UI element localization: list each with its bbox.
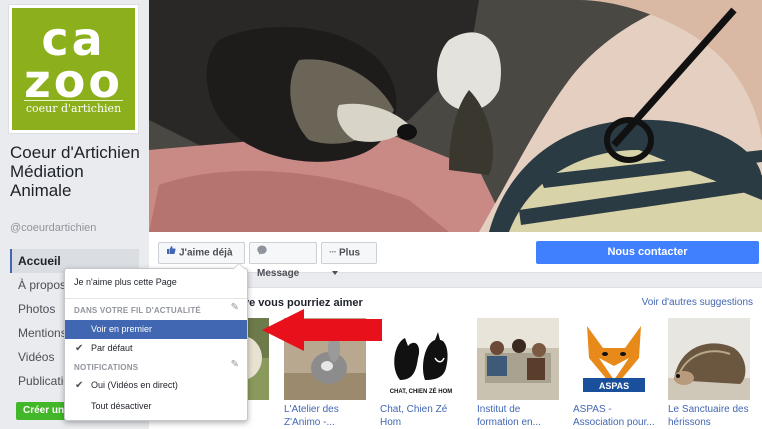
annotation-arrow-icon — [262, 309, 382, 351]
like-options-menu: Je n'aime plus cette Page DANS VOTRE FIL… — [64, 263, 248, 421]
suggestion-card[interactable]: Institut de formation en... — [477, 318, 559, 429]
messenger-icon — [257, 243, 267, 263]
suggestion-card[interactable]: Le Sanctuaire des hérissons — [668, 318, 750, 429]
menu-item-notifications-on-label: Oui (Vidéos en direct) — [91, 380, 178, 390]
cover-photo[interactable] — [149, 0, 762, 232]
suggestion-name[interactable]: Chat, Chien Zé Hom — [380, 403, 462, 429]
liked-button-label: J'aime déjà — [179, 247, 233, 259]
menu-item-notifications-on[interactable]: ✔ Oui (Vidéos en direct) — [65, 376, 247, 395]
suggestion-thumbnail[interactable] — [668, 318, 750, 400]
suggestion-name[interactable]: ASPAS - Association pour... — [573, 403, 655, 429]
pencil-icon[interactable]: ✎ — [231, 359, 239, 370]
aspas-logo-text: ASPAS — [599, 381, 629, 391]
suggestion-thumbnail[interactable]: CHAT, CHIEN ZÉ HOM — [380, 318, 462, 400]
suggestion-card[interactable]: CHAT, CHIEN ZÉ HOM Chat, Chien Zé Hom — [380, 318, 462, 429]
suggestion-name[interactable]: L'Atelier des Z'Animo -... — [284, 403, 366, 429]
suggestion-card[interactable]: ASPAS ASPAS - Association pour... — [573, 318, 655, 429]
suggestion-thumbnail[interactable] — [477, 318, 559, 400]
chevron-down-icon — [332, 271, 338, 275]
message-button-label: Message — [257, 267, 300, 279]
liked-button[interactable]: J'aime déjà — [158, 242, 245, 275]
more-dots-icon: ··· — [329, 247, 337, 258]
logo-tagline: coeur d'artichien — [25, 102, 122, 115]
page-username[interactable]: @coeurdartichien — [10, 222, 96, 234]
more-button-label: Plus — [339, 247, 361, 259]
menu-item-notifications-off[interactable]: Tout désactiver — [65, 397, 247, 416]
message-button[interactable]: Message — [249, 242, 317, 279]
suggestion-name[interactable]: Institut de formation en... — [477, 403, 559, 429]
profile-picture[interactable]: ca zoo coeur d'artichien — [8, 4, 139, 134]
see-more-suggestions-link[interactable]: Voir d'autres suggestions — [642, 297, 753, 308]
suggestion-thumbnail[interactable]: ASPAS — [573, 318, 655, 400]
menu-item-see-first[interactable]: Voir en premier — [65, 320, 247, 339]
menu-item-default[interactable]: ✔ Par défaut — [65, 339, 247, 358]
menu-section-feed: DANS VOTRE FIL D'ACTUALITÉ — [74, 306, 201, 315]
menu-item-unlike[interactable]: Je n'aime plus cette Page — [65, 273, 247, 292]
more-button[interactable]: ··· Plus — [321, 242, 377, 275]
menu-section-notifications: NOTIFICATIONS — [74, 363, 139, 372]
page-logo: ca zoo coeur d'artichien — [12, 8, 135, 130]
suggestion-name[interactable]: Le Sanctuaire des hérissons — [668, 403, 750, 429]
menu-item-default-label: Par défaut — [91, 343, 133, 353]
pencil-icon[interactable]: ✎ — [231, 302, 239, 313]
checkmark-icon: ✔ — [75, 380, 84, 391]
thumbs-up-icon — [166, 243, 176, 263]
checkmark-icon: ✔ — [75, 343, 84, 354]
contact-us-button[interactable]: Nous contacter — [536, 241, 759, 264]
chat-chien-logo-text: CHAT, CHIEN ZÉ HOM — [390, 387, 453, 395]
page-title[interactable]: Coeur d'Artichien Médiation Animale — [10, 143, 140, 200]
